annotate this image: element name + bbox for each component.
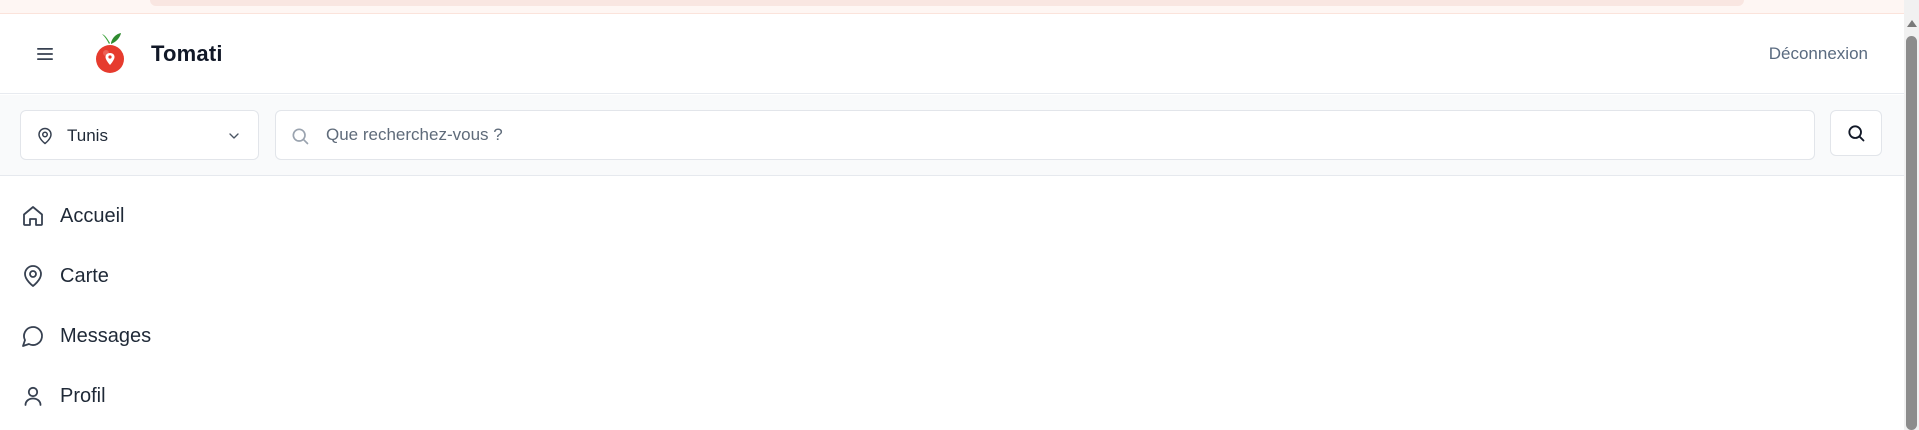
sidebar-item-label: Accueil xyxy=(60,204,125,227)
app-page: Tomati Déconnexion Tunis Que recherchez-… xyxy=(0,0,1904,430)
logout-link[interactable]: Déconnexion xyxy=(1769,44,1868,64)
home-icon xyxy=(23,206,43,226)
map-pin-icon xyxy=(38,127,52,145)
scroll-up-arrow-icon[interactable] xyxy=(1907,20,1917,27)
search-input[interactable] xyxy=(326,111,1796,159)
sidebar-item-profil[interactable]: Profil xyxy=(20,378,280,414)
user-icon xyxy=(24,386,42,406)
tomato-pin-logo[interactable] xyxy=(93,32,127,76)
sidebar-item-accueil[interactable]: Accueil xyxy=(20,198,280,234)
app-header: Tomati Déconnexion xyxy=(0,14,1904,94)
sidebar-item-messages[interactable]: Messages xyxy=(20,318,280,354)
map-pin-icon xyxy=(24,265,42,287)
location-select[interactable]: Tunis xyxy=(20,110,259,160)
hamburger-menu-icon xyxy=(37,48,53,60)
chevron-down-icon xyxy=(229,133,239,139)
search-icon xyxy=(1848,125,1865,142)
hamburger-menu-button[interactable] xyxy=(30,40,60,68)
search-icon xyxy=(292,128,309,145)
top-banner xyxy=(0,0,1904,14)
sidebar-item-label: Messages xyxy=(60,324,152,347)
brand-name[interactable]: Tomati xyxy=(151,41,223,67)
sidebar-item-label: Carte xyxy=(60,264,109,287)
location-value: Tunis xyxy=(67,126,108,145)
search-field xyxy=(275,110,1815,160)
banner-pill xyxy=(150,0,1744,6)
scrollbar-thumb[interactable] xyxy=(1906,36,1917,430)
sidebar-item-label: Profil xyxy=(60,384,106,407)
search-button[interactable] xyxy=(1830,110,1882,156)
message-bubble-icon xyxy=(22,326,43,347)
sidebar-item-carte[interactable]: Carte xyxy=(20,258,280,294)
search-row: Tunis xyxy=(0,95,1904,176)
vertical-scrollbar[interactable] xyxy=(1904,0,1919,430)
